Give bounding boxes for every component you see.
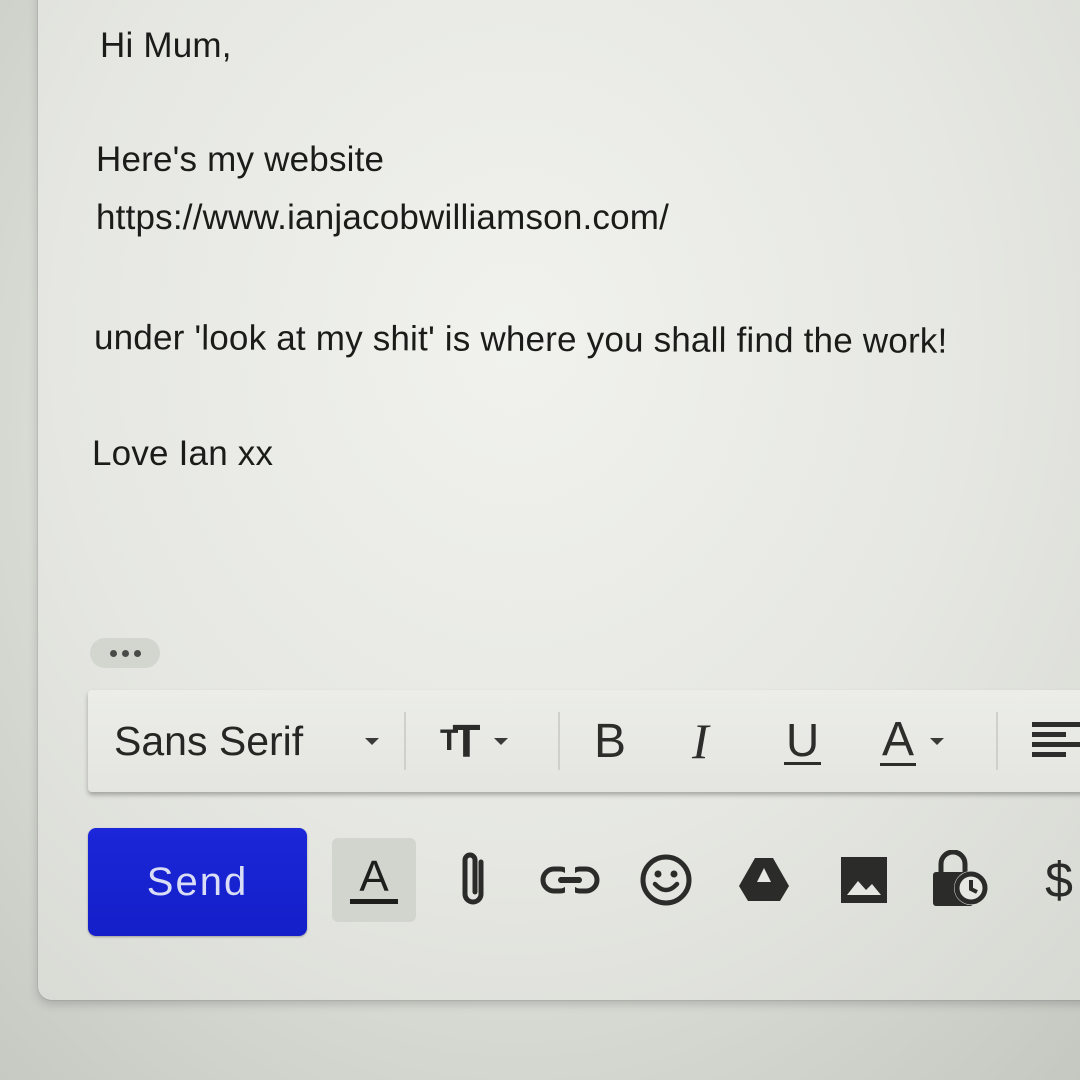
compose-actions-bar: Send A $ [38,826,1080,942]
paperclip-icon [462,852,484,905]
underline-button[interactable]: U [784,690,822,792]
formatting-toolbar: Sans Serif TT B I U A [88,690,1080,792]
insert-photo-button[interactable] [834,838,894,922]
toolbar-divider [558,712,560,770]
send-money-button[interactable]: $ [1034,838,1080,922]
insert-from-drive-button[interactable] [734,838,794,922]
italic-icon: I [692,713,709,769]
message-greeting: Hi Mum, [100,26,232,65]
message-instructions-line: under 'look at my shit' is where you sha… [93,318,948,361]
screen: Hi Mum, Here's my website https://www.ia… [0,0,1080,1080]
text-color-button[interactable]: A [880,690,945,792]
font-family-select[interactable]: Sans Serif [114,690,380,792]
text-size-icon-large: T [452,715,480,767]
bold-icon: B [594,714,627,768]
formatting-options-button[interactable]: A [332,838,416,922]
toolbar-divider [996,712,998,770]
formatting-options-icon: A [359,851,389,901]
emoji-icon [640,854,692,906]
chevron-down-icon [930,737,945,745]
chevron-down-icon [494,737,509,745]
compose-window: Hi Mum, Here's my website https://www.ia… [38,0,1080,1000]
font-family-label: Sans Serif [114,717,304,764]
dot-icon [133,649,141,657]
link-icon [540,866,600,894]
send-button[interactable]: Send [88,828,307,936]
toolbar-divider [404,712,406,770]
message-intro-line: Here's my website [96,140,385,179]
money-icon: $ [1045,852,1073,908]
insert-emoji-button[interactable] [636,838,696,922]
underline-icon: U [784,713,822,766]
confidential-mode-icon [933,850,988,906]
message-signoff: Love Ian xx [92,434,274,473]
photo-icon [841,857,887,903]
show-trimmed-content-button[interactable] [90,638,160,668]
align-button[interactable] [1028,690,1080,792]
align-left-icon [1032,722,1080,757]
italic-button[interactable]: I [692,690,709,792]
chevron-down-icon [365,737,380,745]
formatting-underline-bar [350,898,398,904]
text-size-icon: T [440,724,458,757]
drive-icon [739,858,789,901]
text-color-icon: A [880,712,917,766]
dot-icon [109,649,117,657]
message-url: https://www.ianjacobwilliamson.com/ [96,198,670,237]
text-size-button[interactable]: TT [440,690,509,792]
confidential-mode-button[interactable] [926,838,996,922]
dot-icon [121,649,129,657]
attach-files-button[interactable] [448,838,498,922]
bold-button[interactable]: B [594,690,626,792]
insert-link-button[interactable] [538,838,602,922]
